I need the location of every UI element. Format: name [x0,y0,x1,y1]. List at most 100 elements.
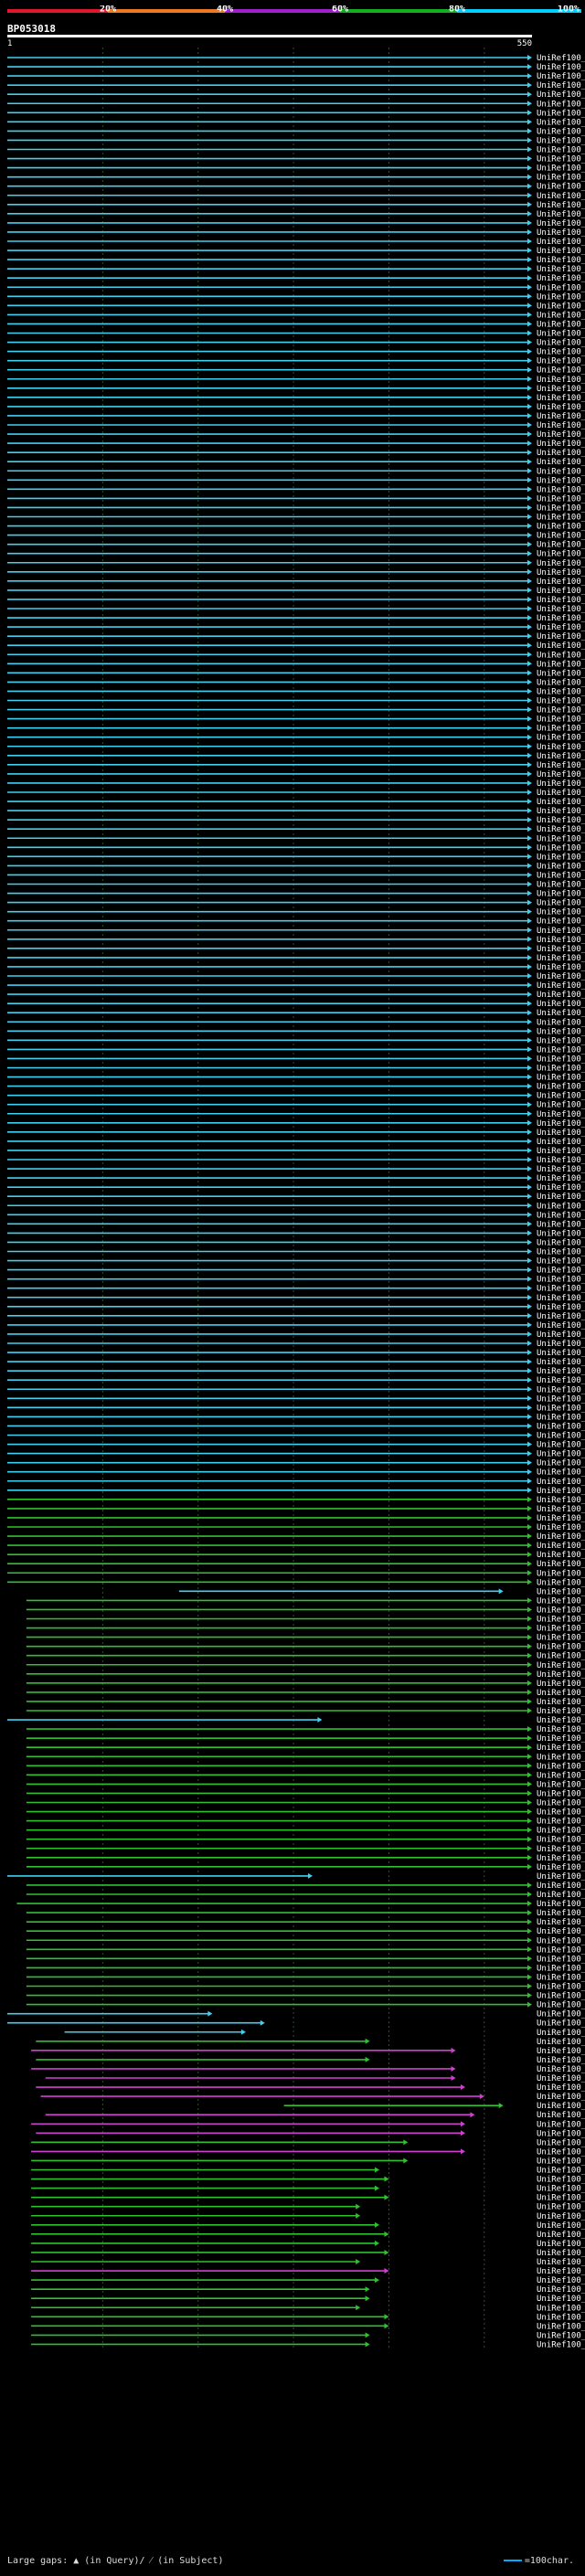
hit-row[interactable]: UniRef100_A4NX13 [7,1340,585,1349]
hit-label[interactable]: UniRef100_A6VZW4 [537,1385,585,1394]
hit-row[interactable]: UniRef100_Q87976 [7,770,585,779]
hit-label[interactable]: UniRef100_C2P4D4 [537,2221,585,2231]
hit-label[interactable]: UniRef100_A3UZV2 [537,1211,585,1220]
hit-label[interactable]: UniRef100_A3WJE1 [537,1882,585,1891]
hit-label[interactable]: UniRef100_B7HS14 [537,2258,585,2267]
hit-row[interactable]: UniRef100_B4EU34 [7,614,585,623]
hit-row[interactable]: UniRef100_C8XZU5 [7,871,585,880]
hit-label[interactable]: UniRef100_Q0I7B1 [537,2340,585,2349]
hit-row[interactable]: UniRef100_A1SWX3 [7,1468,585,1478]
hit-row[interactable]: UniRef100_C0QLJ1 [178,1587,585,1596]
hit-row[interactable]: UniRef100_A0KIY0 [7,1330,585,1340]
hit-row[interactable]: UniRef100_C8TJ13 [7,54,585,63]
hit-row[interactable]: UniRef100_B5MNP7 [7,283,585,292]
hit-label[interactable]: UniRef100_B2AM7 [537,63,585,72]
hit-row[interactable]: UniRef100_C3SEV5 [7,1092,585,1101]
hit-label[interactable]: UniRef100_UP1000… [537,504,585,513]
hit-row[interactable]: UniRef100_Q4X7C7 [7,1404,585,1413]
hit-label[interactable]: UniRef100_A3YWR3 [537,1725,585,1734]
hit-label[interactable]: UniRef100_C8XZU5 [537,871,585,880]
hit-row[interactable]: UniRef100_Q0I7B1 [31,2340,585,2349]
hit-label[interactable]: UniRef100_B5YXW8 [537,412,585,421]
hit-label[interactable]: UniRef100_B9Q523 [537,834,585,843]
hit-label[interactable]: UniRef100_C2PLE0 [537,2285,585,2295]
hit-label[interactable]: UniRef100_B6I3B6 [537,127,585,136]
hit-label[interactable]: UniRef100_A6VF08 [537,1872,585,1882]
hit-label[interactable]: UniRef100_A0KIY0 [537,1330,585,1340]
hit-label[interactable]: UniRef100_C4U228 [537,623,585,632]
hit-row[interactable]: UniRef100_C9QB53 [7,917,585,927]
hit-label[interactable]: UniRef100_B5EX96 [537,339,585,348]
hit-label[interactable]: UniRef100_A1U6U9 [537,1927,585,1936]
hit-label[interactable]: UniRef100_A5EYG4 [537,2111,585,2120]
hit-row[interactable]: UniRef100_C5QJB0 [7,899,585,908]
hit-label[interactable]: UniRef100_C6N2Y3 [537,485,585,494]
hit-row[interactable]: UniRef100_Q4ZL39 [26,1734,585,1744]
hit-label[interactable]: UniRef100_A1JLN4 [537,641,585,651]
hit-label[interactable]: UniRef100_Q7MK86 [537,1238,585,1247]
hit-label[interactable]: UniRef100_A9KZV8 [537,1661,585,1670]
hit-row[interactable]: UniRef100_A2PXC8 [7,1018,585,1027]
hit-label[interactable]: UniRef100_A4N9K0 [537,1321,585,1330]
hit-row[interactable]: UniRef100_B8VDP1 [7,945,585,954]
hit-label[interactable]: UniRef100_A6Y749 [537,972,585,981]
hit-row[interactable]: UniRef100_B9ZP51 [31,2065,585,2074]
hit-label[interactable]: UniRef100_A4NZ99 [537,1229,585,1238]
hit-label[interactable]: UniRef100_B5RRS6 [537,265,585,274]
hit-row[interactable]: UniRef100_B0EAU2 [7,1487,585,1496]
hit-row[interactable]: UniRef100_A9MG39 [7,292,585,302]
hit-row[interactable]: UniRef100_B3WZJ9 [7,183,585,192]
hit-row[interactable]: UniRef100_Q99R81 [283,2102,585,2111]
hit-label[interactable]: UniRef100_UP1000… [537,430,585,440]
hit-label[interactable]: UniRef100_UP1000… [537,2010,585,2019]
hit-row[interactable]: UniRef100_C3KO19 [31,2212,585,2221]
hit-label[interactable]: UniRef100_Q0I3G4 [537,908,585,917]
hit-label[interactable]: UniRef100_Q3ZJJ1 [537,228,585,238]
hit-label[interactable]: UniRef100_A7ZIH7 [537,174,585,183]
hit-label[interactable]: UniRef100_Q6D041 [537,541,585,550]
hit-label[interactable]: UniRef100_Q8EGR4 [537,1394,585,1404]
hit-row[interactable]: UniRef100_A1U6U9 [26,1927,585,1936]
hit-row[interactable]: UniRef100_C2B1H7 [7,385,585,394]
hit-label[interactable]: UniRef100_C4L4C1 [537,1432,585,1441]
hit-row[interactable]: UniRef100_A7MYC5 [7,954,585,963]
hit-row[interactable]: UniRef100_A6FYK9 [7,1496,585,1505]
hit-row[interactable]: UniRef100_Q5QFA8 [7,1285,585,1294]
hit-row[interactable]: UniRef100_Q07ZD9 [7,1578,585,1587]
hit-row[interactable]: UniRef100_C7BJJ9 [7,532,585,541]
hit-row[interactable]: UniRef100_Q21N02 [26,1643,585,1652]
hit-row[interactable]: UniRef100_A6D8L8 [7,779,585,789]
hit-label[interactable]: UniRef100_Q96YE5 [537,2147,585,2157]
hit-row[interactable]: UniRef100_Q0I3G4 [7,908,585,917]
hit-label[interactable]: UniRef100_A5UEV3 [537,1174,585,1183]
hit-label[interactable]: UniRef100_C3TMX2 [537,201,585,210]
hit-row[interactable]: UniRef100_B9Q523 [7,834,585,843]
hit-label[interactable]: UniRef100_UP1000… [537,807,585,816]
hit-row[interactable]: UniRef100_A8AW31 [7,366,585,376]
hit-label[interactable]: UniRef100_C4LRD9 [537,2331,585,2340]
hit-label[interactable]: UniRef100_B3H1V7 [537,1036,585,1045]
hit-label[interactable]: UniRef100_A4NXC3 [537,1183,585,1193]
hit-label[interactable]: UniRef100_B1EOP5 [537,210,585,219]
hit-row[interactable]: UniRef100_B3YBB8 [7,320,585,329]
hit-row[interactable]: UniRef100_C9S304 [7,458,585,467]
hit-label[interactable]: UniRef100_UP1000… [537,568,585,578]
hit-row[interactable]: UniRef100_B5JYN6 [26,1818,585,1827]
hit-row[interactable]: UniRef100_A3EIH0 [7,1045,585,1055]
hit-row[interactable]: UniRef100_A3WJE1 [26,1882,585,1891]
hit-label[interactable]: UniRef100_C2V0M3 [537,2267,585,2276]
hit-row[interactable]: UniRef100_C9Q084 [7,440,585,449]
hit-row[interactable]: UniRef100_A7ZIH7 [7,174,585,183]
hit-row[interactable]: UniRef100_A9MRR8 [7,348,585,357]
hit-row[interactable]: UniRef100_Q3Z9H8 [7,192,585,201]
hit-label[interactable]: UniRef100_C4F2S9 [537,1267,585,1276]
hit-label[interactable]: UniRef100_B7LM64 [537,155,585,164]
hit-row[interactable]: UniRef100_B7VJ96 [7,1193,585,1202]
hit-label[interactable]: UniRef100_B5Z3S9 [537,219,585,228]
hit-label[interactable]: UniRef100_C9R4Q7 [537,1119,585,1129]
hit-label[interactable]: UniRef100_B0KM52 [537,1863,585,1872]
hit-row[interactable]: UniRef100_C4L4C1 [7,1432,585,1441]
hit-label[interactable]: UniRef100_Q7MN44 [537,1276,585,1285]
hit-label[interactable]: UniRef100_Q9KTK8 [537,1055,585,1064]
hit-row[interactable]: UniRef100_C2P4D4 [31,2221,585,2231]
